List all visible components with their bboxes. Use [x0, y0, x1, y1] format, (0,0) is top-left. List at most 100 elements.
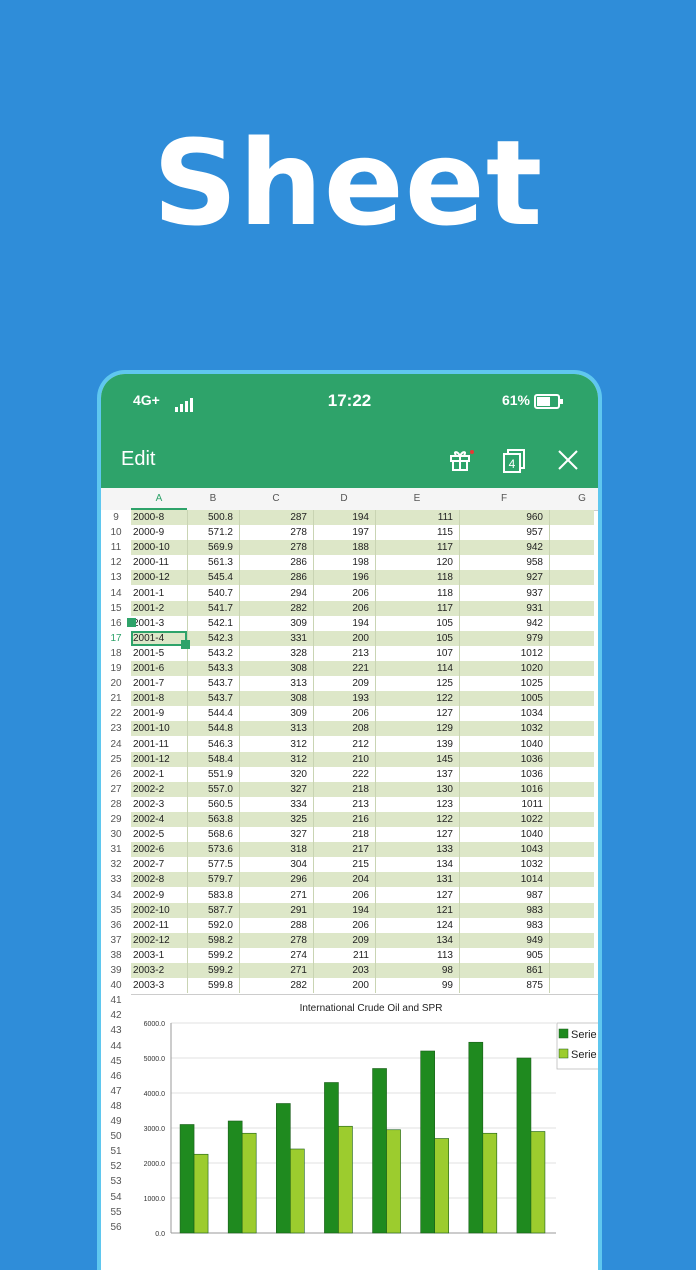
cell-f[interactable]: 875	[459, 978, 543, 993]
cell-d[interactable]: 203	[313, 963, 369, 978]
cell-b[interactable]: 546.3	[187, 737, 233, 752]
cell-a[interactable]: 2002-9	[133, 888, 181, 903]
cell-e[interactable]: 134	[375, 933, 453, 948]
tabs-icon[interactable]: 4	[499, 445, 529, 475]
row-cells[interactable]: 2002-5 568.6 327 218 127 1040	[131, 827, 594, 842]
cell-c[interactable]: 278	[239, 933, 307, 948]
row-cells[interactable]: 2002-3 560.5 334 213 123 1011	[131, 797, 594, 812]
cell-d[interactable]: 194	[313, 903, 369, 918]
cell-e[interactable]: 113	[375, 948, 453, 963]
cell-f[interactable]: 1034	[459, 706, 543, 721]
cell-c[interactable]: 312	[239, 752, 307, 767]
row-cells[interactable]: 2002-1 551.9 320 222 137 1036	[131, 767, 594, 782]
table-row[interactable]: 11 2000-10 569.9 278 188 117 942	[101, 540, 598, 556]
cell-a[interactable]: 2001-3	[133, 616, 181, 631]
table-row[interactable]: 55	[101, 1204, 131, 1220]
cell-d[interactable]: 206	[313, 888, 369, 903]
cell-d[interactable]: 200	[313, 978, 369, 993]
table-row[interactable]: 12 2000-11 561.3 286 198 120 958	[101, 555, 598, 571]
cell-e[interactable]: 145	[375, 752, 453, 767]
cell-b[interactable]: 543.7	[187, 691, 233, 706]
cell-d[interactable]: 188	[313, 540, 369, 555]
cell-e[interactable]: 111	[375, 510, 453, 525]
table-row[interactable]: 23 2001-10 544.8 313 208 129 1032	[101, 721, 598, 737]
cell-e[interactable]: 123	[375, 797, 453, 812]
cell-a[interactable]: 2002-7	[133, 857, 181, 872]
cell-d[interactable]: 206	[313, 918, 369, 933]
cell-e[interactable]: 133	[375, 842, 453, 857]
column-header-b[interactable]: B	[187, 493, 239, 504]
row-cells[interactable]: 2000-11 561.3 286 198 120 958	[131, 555, 594, 570]
cell-d[interactable]: 194	[313, 510, 369, 525]
row-cells[interactable]: 2003-2 599.2 271 203 98 861	[131, 963, 594, 978]
cell-d[interactable]: 210	[313, 752, 369, 767]
cell-c[interactable]: 278	[239, 540, 307, 555]
cell-f[interactable]: 1043	[459, 842, 543, 857]
cell-c[interactable]: 334	[239, 797, 307, 812]
cell-c[interactable]: 294	[239, 586, 307, 601]
cell-b[interactable]: 551.9	[187, 767, 233, 782]
bar-chart[interactable]: International Crude Oil and SPR0.01000.0…	[131, 994, 601, 1270]
column-header-a[interactable]: A	[131, 493, 187, 504]
row-cells[interactable]: 2002-2 557.0 327 218 130 1016	[131, 781, 594, 797]
column-header-g[interactable]: G	[549, 493, 598, 504]
cell-e[interactable]: 122	[375, 812, 453, 827]
row-cells[interactable]: 2002-12 598.2 278 209 134 949	[131, 932, 594, 948]
cell-a[interactable]: 2001-9	[133, 706, 181, 721]
cell-f[interactable]: 927	[459, 570, 543, 585]
table-row[interactable]: 9 2000-8 500.8 287 194 111 960	[101, 510, 598, 525]
cell-d[interactable]: 194	[313, 616, 369, 631]
cell-e[interactable]: 137	[375, 767, 453, 782]
cell-a[interactable]: 2002-12	[133, 933, 181, 948]
table-row[interactable]: 51	[101, 1144, 131, 1160]
cell-e[interactable]: 139	[375, 737, 453, 752]
cell-a[interactable]: 2003-1	[133, 948, 181, 963]
cell-b[interactable]: 541.7	[187, 601, 233, 616]
cell-e[interactable]: 127	[375, 888, 453, 903]
cell-a[interactable]: 2002-8	[133, 872, 181, 887]
cell-d[interactable]: 204	[313, 872, 369, 887]
cell-a[interactable]: 2001-11	[133, 737, 181, 752]
cell-e[interactable]: 98	[375, 963, 453, 978]
cell-e[interactable]: 99	[375, 978, 453, 993]
cell-a[interactable]: 2002-10	[133, 903, 181, 918]
cell-c[interactable]: 313	[239, 676, 307, 691]
cell-c[interactable]: 287	[239, 510, 307, 525]
cell-c[interactable]: 308	[239, 691, 307, 706]
table-row[interactable]: 10 2000-9 571.2 278 197 115 957	[101, 525, 598, 541]
row-cells[interactable]: 2001-11 546.3 312 212 139 1040	[131, 737, 594, 752]
cell-e[interactable]: 115	[375, 525, 453, 540]
row-cells[interactable]: 2001-5 543.2 328 213 107 1012	[131, 646, 594, 661]
cell-e[interactable]: 134	[375, 857, 453, 872]
cell-d[interactable]: 206	[313, 706, 369, 721]
cell-a[interactable]: 2001-7	[133, 676, 181, 691]
cell-c[interactable]: 320	[239, 767, 307, 782]
table-row[interactable]: 19 2001-6 543.3 308 221 114 1020	[101, 661, 598, 676]
cell-e[interactable]: 107	[375, 646, 453, 661]
cell-b[interactable]: 557.0	[187, 782, 233, 797]
cell-d[interactable]: 209	[313, 933, 369, 948]
cell-e[interactable]: 129	[375, 721, 453, 736]
table-row[interactable]: 42	[101, 1008, 131, 1024]
row-cells[interactable]: 2000-9 571.2 278 197 115 957	[131, 525, 594, 540]
table-row[interactable]: 47	[101, 1083, 131, 1099]
table-row[interactable]: 40 2003-3 599.8 282 200 99 875	[101, 978, 598, 994]
cell-d[interactable]: 211	[313, 948, 369, 963]
cell-b[interactable]: 540.7	[187, 586, 233, 601]
row-cells[interactable]: 2001-12 548.4 312 210 145 1036	[131, 751, 594, 767]
cell-c[interactable]: 286	[239, 555, 307, 570]
cell-a[interactable]: 2000-10	[133, 540, 181, 555]
row-cells[interactable]: 2002-8 579.7 296 204 131 1014	[131, 872, 594, 888]
table-row[interactable]: 24 2001-11 546.3 312 212 139 1040	[101, 736, 598, 752]
table-row[interactable]: 26 2002-1 551.9 320 222 137 1036	[101, 766, 598, 782]
cell-b[interactable]: 543.3	[187, 661, 233, 676]
cell-f[interactable]: 861	[459, 963, 543, 978]
table-row[interactable]: 15 2001-2 541.7 282 206 117 931	[101, 600, 598, 616]
cell-e[interactable]: 125	[375, 676, 453, 691]
cell-c[interactable]: 327	[239, 827, 307, 842]
table-row[interactable]: 46	[101, 1068, 131, 1084]
cell-b[interactable]: 542.1	[187, 616, 233, 631]
cell-c[interactable]: 288	[239, 918, 307, 933]
cell-b[interactable]: 599.2	[187, 963, 233, 978]
selection-handle-end[interactable]	[181, 639, 190, 649]
